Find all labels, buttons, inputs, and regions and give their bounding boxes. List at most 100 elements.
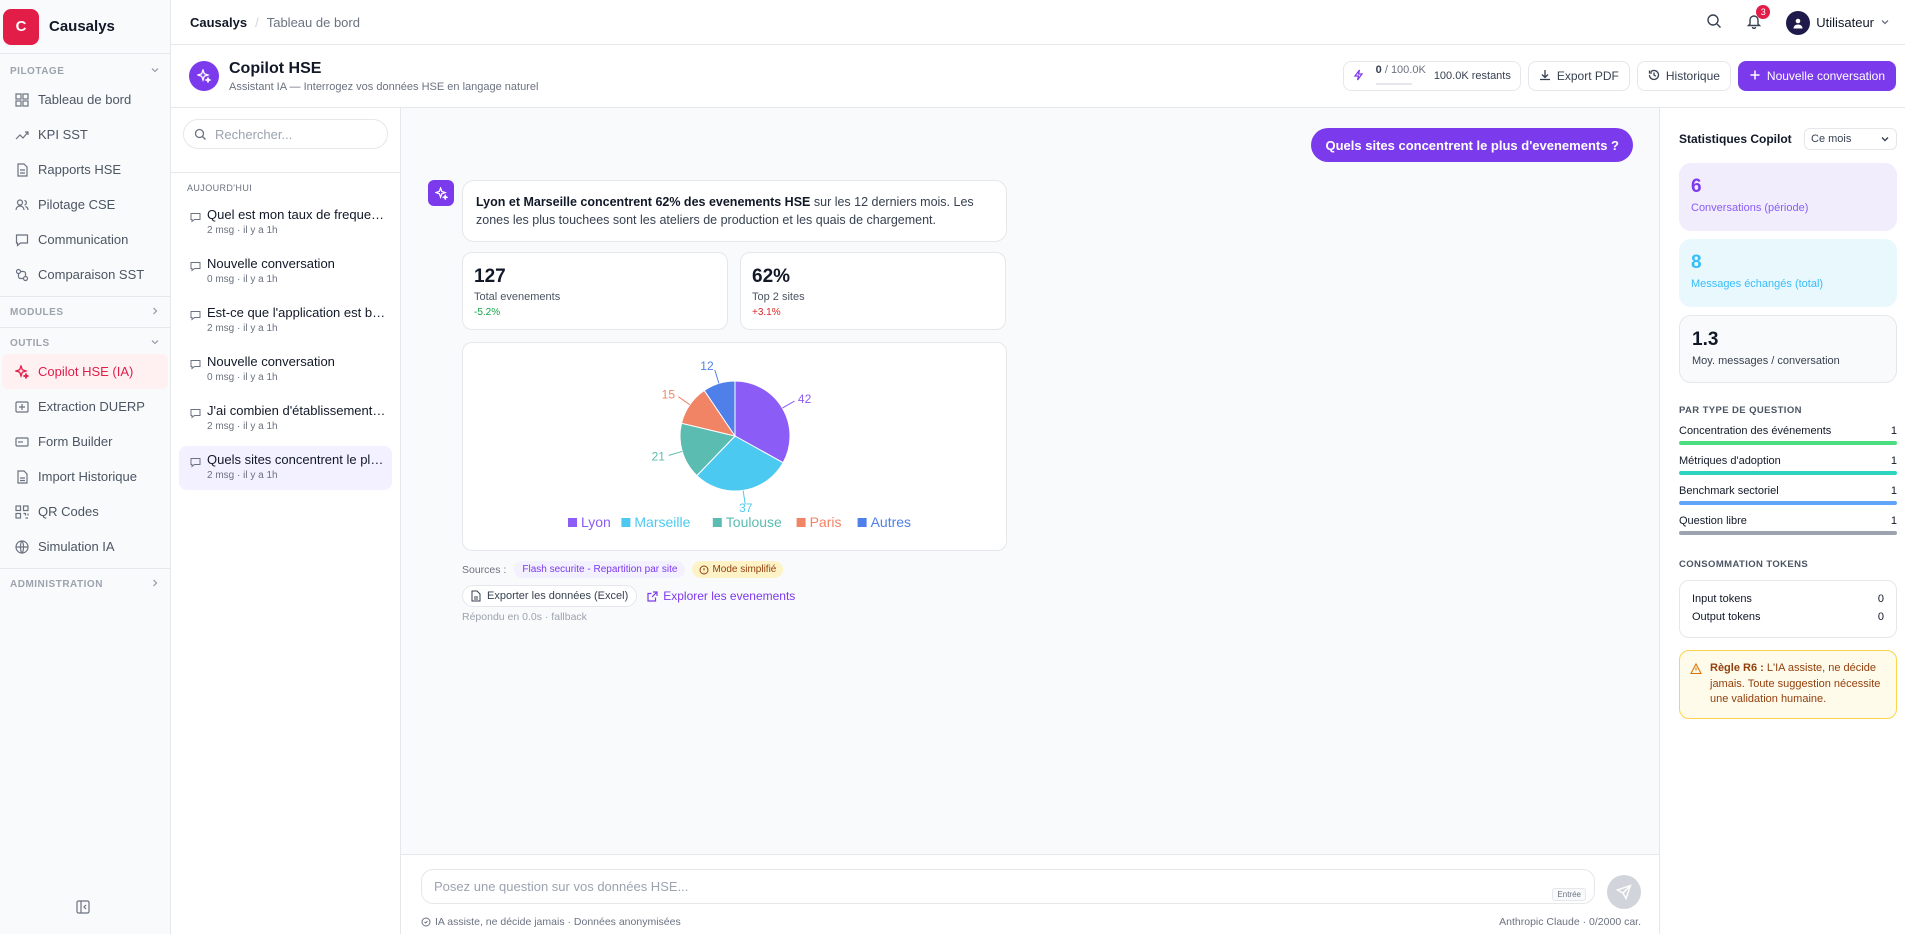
legend-swatch bbox=[796, 518, 806, 527]
upload-icon bbox=[14, 399, 30, 415]
user-menu[interactable]: Utilisateur bbox=[1786, 10, 1890, 35]
legend-item-autres[interactable]: Autres bbox=[857, 514, 911, 530]
notification-bell-icon[interactable]: 3 bbox=[1746, 5, 1771, 32]
brand[interactable]: C Causalys bbox=[0, 0, 170, 54]
group-label-today: AUJOURD'HUI bbox=[171, 172, 400, 193]
users-icon bbox=[14, 197, 30, 213]
chevron-right-icon bbox=[150, 578, 160, 591]
conversation-item[interactable]: Est-ce que l'application est bien ? 2 msg… bbox=[179, 299, 392, 343]
conversation-item[interactable]: Quel est mon taux de frequence ? 2 msg · … bbox=[179, 201, 392, 245]
conversation-meta: 2 msg · il y a 1h bbox=[207, 225, 278, 236]
breadcrumb-current[interactable]: Tableau de bord bbox=[267, 15, 360, 30]
sidebar-item-kpi-sst[interactable]: KPI SST bbox=[0, 117, 170, 152]
export-pdf-button[interactable]: Export PDF bbox=[1527, 61, 1630, 91]
send-button[interactable] bbox=[1607, 875, 1641, 909]
sidebar-item-communication[interactable]: Communication bbox=[0, 222, 170, 257]
source-tag[interactable]: Flash securite - Repartition par site bbox=[514, 561, 686, 578]
conversation-item[interactable]: Quels sites concentrent le plus d'evenem… bbox=[179, 446, 392, 490]
breadcrumb-root[interactable]: Causalys bbox=[190, 15, 247, 30]
new-conversation-button[interactable]: Nouvelle conversation bbox=[1737, 61, 1896, 91]
qtype-count: 1 bbox=[1890, 515, 1897, 527]
legend-swatch bbox=[568, 518, 577, 527]
kpi-card-top-sites: 62% Top 2 sites +3.1% bbox=[740, 252, 1006, 330]
history-button[interactable]: Historique bbox=[1636, 61, 1731, 91]
sidebar-item-copilot-hse[interactable]: Copilot HSE (IA) bbox=[2, 354, 168, 389]
sidebar-item-form-builder[interactable]: Form Builder bbox=[0, 424, 170, 459]
question-type-heading: PAR TYPE DE QUESTION bbox=[1679, 405, 1802, 416]
export-excel-button[interactable]: Exporter les données (Excel) bbox=[462, 585, 638, 607]
pie-chart-card: 42 37 21 15 12 Lyon Marseille Toulouse Paris Autr… bbox=[462, 342, 1007, 551]
button-label: Exporter les données (Excel) bbox=[487, 590, 629, 602]
legend-item-toulouse[interactable]: Toulouse bbox=[712, 514, 782, 530]
tokens-total: / 100.0K bbox=[1384, 64, 1426, 76]
dashboard-icon bbox=[14, 92, 30, 108]
question-type-row: Concentration des événements 1 bbox=[1679, 425, 1897, 445]
sidebar-item-simulation-ia[interactable]: Simulation IA bbox=[0, 529, 170, 564]
stat-value: 6 bbox=[1691, 176, 1702, 197]
answer-highlight: Lyon et Marseille concentrent 62% des ev… bbox=[476, 195, 811, 209]
token-usage-indicator: 0 / 100.0K 100.0K restants bbox=[1342, 61, 1521, 91]
legend-item-marseille[interactable]: Marseille bbox=[621, 514, 691, 530]
conversation-items: Quel est mon taux de frequence ? 2 msg · … bbox=[171, 201, 400, 490]
sidebar-item-label: Tableau de bord bbox=[38, 92, 132, 107]
output-tokens-label: Output tokens bbox=[1692, 611, 1761, 623]
conversation-title: Nouvelle conversation bbox=[207, 256, 335, 271]
section-outils[interactable]: OUTILS bbox=[0, 332, 170, 354]
legend-item-paris[interactable]: Paris bbox=[796, 514, 842, 530]
pie-data-label: 21 bbox=[652, 449, 666, 463]
question-type-row: Question libre 1 bbox=[1679, 515, 1897, 535]
period-select[interactable]: Ce mois bbox=[1804, 128, 1897, 150]
conversation-item[interactable]: Nouvelle conversation 0 msg · il y a 1h bbox=[179, 250, 392, 294]
section-administration[interactable]: ADMINISTRATION bbox=[0, 573, 170, 595]
conversation-meta: 2 msg · il y a 1h bbox=[207, 323, 278, 334]
stat-value: 1.3 bbox=[1692, 329, 1719, 350]
sidebar-item-label: Comparaison SST bbox=[38, 267, 145, 282]
token-progress-bar bbox=[1375, 83, 1412, 85]
tokens-used: 0 bbox=[1375, 64, 1382, 76]
sidebar-collapse-icon[interactable] bbox=[76, 900, 90, 914]
conversation-item[interactable]: Nouvelle conversation 0 msg · il y a 1h bbox=[179, 348, 392, 392]
download-icon bbox=[1539, 69, 1557, 84]
qtype-bar bbox=[1679, 441, 1897, 445]
sidebar-item-tableau-de-bord[interactable]: Tableau de bord bbox=[0, 82, 170, 117]
section-pilotage[interactable]: PILOTAGE bbox=[0, 60, 170, 82]
legend-item-lyon[interactable]: Lyon bbox=[568, 514, 611, 530]
sidebar-item-pilotage-cse[interactable]: Pilotage CSE bbox=[0, 187, 170, 222]
sidebar-item-qr-codes[interactable]: QR Codes bbox=[0, 494, 170, 529]
info-icon bbox=[699, 565, 709, 575]
chat-bubble-icon bbox=[190, 407, 201, 422]
qtype-label: Métriques d'adoption bbox=[1679, 455, 1781, 467]
search-icon[interactable] bbox=[1706, 13, 1722, 32]
pie-label-line bbox=[668, 450, 683, 456]
chevron-down-icon bbox=[150, 65, 160, 78]
file-icon bbox=[14, 469, 30, 485]
user-question-bubble: Quels sites concentrent le plus d'evenem… bbox=[1311, 128, 1633, 162]
stat-card-average: 1.3 Moy. messages / conversation bbox=[1679, 315, 1897, 383]
sidebar-item-extraction-duerp[interactable]: Extraction DUERP bbox=[0, 389, 170, 424]
input-tokens-label: Input tokens bbox=[1692, 593, 1752, 605]
qtype-bar bbox=[1679, 471, 1897, 475]
sidebar-item-comparaison-sst[interactable]: Comparaison SST bbox=[0, 257, 170, 292]
chart-legend: Lyon Marseille Toulouse Paris Autres bbox=[568, 514, 911, 530]
question-input[interactable]: Posez une question sur vos données HSE..… bbox=[421, 869, 1595, 904]
conversation-item[interactable]: J'ai combien d'établissements ? 2 msg · i… bbox=[179, 397, 392, 441]
topbar-actions: 3 Utilisateur bbox=[1706, 0, 1905, 45]
link-label: Explorer les evenements bbox=[663, 589, 796, 603]
enter-key-hint: Entrée bbox=[1552, 888, 1586, 901]
search-input[interactable]: Rechercher... bbox=[183, 119, 388, 149]
sidebar-item-label: Import Historique bbox=[38, 469, 137, 484]
qtype-bar bbox=[1679, 501, 1897, 505]
history-icon bbox=[1648, 69, 1666, 84]
warning-icon bbox=[1690, 662, 1702, 681]
sidebar-item-label: Rapports HSE bbox=[38, 162, 122, 177]
chat-bubble-icon bbox=[190, 211, 201, 226]
section-modules[interactable]: MODULES bbox=[0, 301, 170, 323]
sidebar-item-rapports-hse[interactable]: Rapports HSE bbox=[0, 152, 170, 187]
explore-events-link[interactable]: Explorer les evenements bbox=[647, 589, 795, 603]
search-icon bbox=[194, 128, 207, 141]
conversation-title: Quel est mon taux de frequence ? bbox=[207, 207, 386, 222]
chat-icon bbox=[14, 232, 30, 248]
sidebar-item-import-historique[interactable]: Import Historique bbox=[0, 459, 170, 494]
legend-swatch bbox=[621, 518, 631, 527]
button-label: Export PDF bbox=[1556, 69, 1619, 83]
